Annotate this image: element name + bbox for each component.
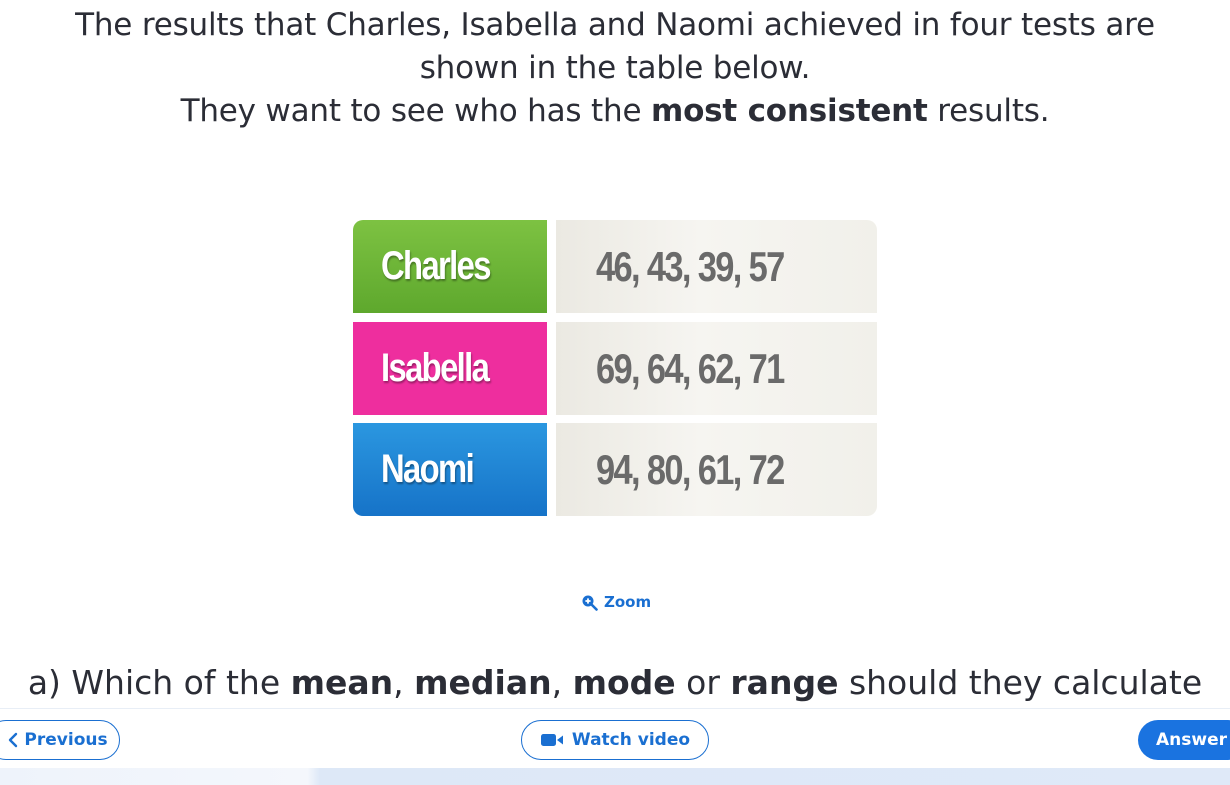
term-mode: mode xyxy=(572,663,676,702)
answer-label: Answer xyxy=(1156,730,1227,750)
term-median: median xyxy=(414,663,552,702)
term-mean: mean xyxy=(290,663,394,702)
question-suffix: should they calculate xyxy=(838,663,1203,702)
name-label: Isabella xyxy=(381,346,490,390)
term-range: range xyxy=(730,663,839,702)
watch-video-label: Watch video xyxy=(571,730,691,750)
zoom-label: Zoom xyxy=(604,593,652,611)
question-or: or xyxy=(675,663,731,702)
values-cell-isabella: 69, 64, 62, 71 xyxy=(556,322,877,415)
values-label: 94, 80, 61, 72 xyxy=(596,445,785,493)
answer-button[interactable]: Answer xyxy=(1138,720,1230,760)
values-cell-naomi: 94, 80, 61, 72 xyxy=(556,423,877,516)
previous-label: Previous xyxy=(24,730,108,750)
zoom-in-icon xyxy=(582,595,598,611)
chevron-left-icon xyxy=(9,732,18,748)
intro-line-1: The results that Charles, Isabella and N… xyxy=(75,7,1155,43)
name-cell-isabella: Isabella xyxy=(353,322,547,415)
previous-button[interactable]: Previous xyxy=(0,720,120,760)
values-label: 46, 43, 39, 57 xyxy=(596,242,785,290)
question-prefix: a) Which of the xyxy=(27,663,291,702)
intro-line-3-text: They want to see who has the xyxy=(180,93,651,129)
footer-divider xyxy=(0,708,1230,709)
question-sep: , xyxy=(393,663,415,702)
intro-line-3-end: results. xyxy=(927,93,1050,129)
zoom-button[interactable]: Zoom xyxy=(581,593,651,611)
question-text: a) Which of the mean, median, mode or ra… xyxy=(0,661,1230,705)
intro-emphasis: most consistent xyxy=(650,93,928,129)
results-table: Charles 46, 43, 39, 57 Isabella 69, 64, … xyxy=(353,220,877,516)
watch-video-button[interactable]: Watch video xyxy=(521,720,709,760)
intro-line-3: They want to see who has the most consis… xyxy=(0,90,1230,133)
name-label: Charles xyxy=(381,244,491,288)
question-sep: , xyxy=(551,663,573,702)
video-camera-icon xyxy=(540,734,563,746)
name-label: Naomi xyxy=(381,447,475,491)
intro-line-2: shown in the table below. xyxy=(419,50,811,86)
name-cell-naomi: Naomi xyxy=(353,423,547,516)
question-intro: The results that Charles, Isabella and N… xyxy=(0,4,1230,133)
footer-background xyxy=(0,768,1230,785)
values-label: 69, 64, 62, 71 xyxy=(596,344,785,392)
name-cell-charles: Charles xyxy=(353,220,547,313)
values-cell-charles: 46, 43, 39, 57 xyxy=(556,220,877,313)
